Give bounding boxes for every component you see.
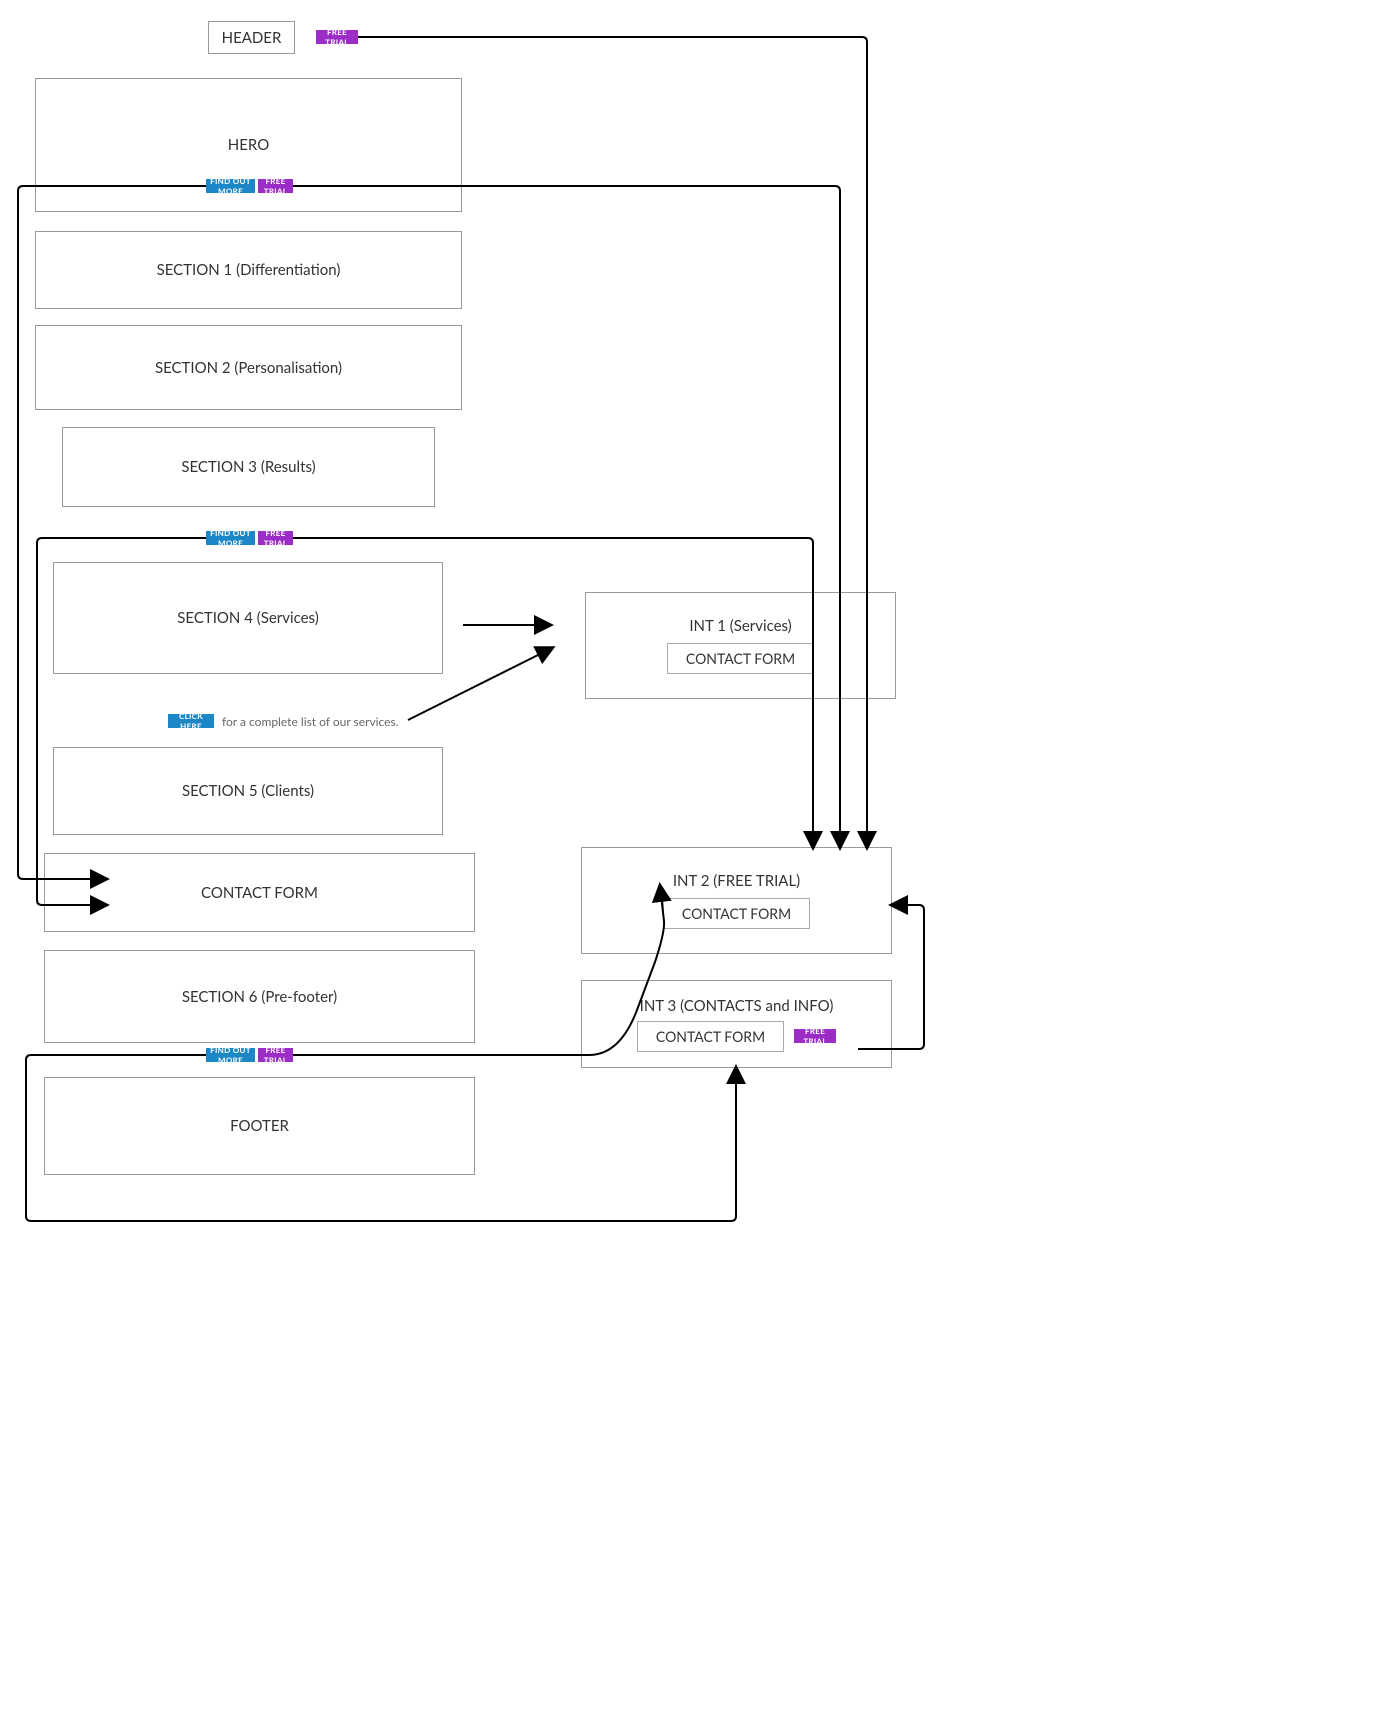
header-free-trial-button[interactable]: FREE TRIAL <box>316 30 358 44</box>
int3-contact-form[interactable]: CONTACT FORM <box>637 1021 784 1052</box>
s6-find-out-more-button[interactable]: FIND OUT MORE <box>206 1048 255 1062</box>
int3-contact-form-label: CONTACT FORM <box>656 1028 765 1045</box>
section-2-label: SECTION 2 (Personalisation) <box>155 359 342 377</box>
section-6-label: SECTION 6 (Pre-footer) <box>182 988 337 1006</box>
int3-free-trial-label: FREE TRIAL <box>794 1026 836 1046</box>
int1-box: INT 1 (Services) CONTACT FORM <box>585 592 896 699</box>
section-2-box: SECTION 2 (Personalisation) <box>35 325 462 410</box>
click-here-caption: for a complete list of our services. <box>222 714 399 729</box>
section-4-box: SECTION 4 (Services) <box>53 562 443 674</box>
hero-free-trial-label: FREE TRIAL <box>258 176 293 196</box>
footer-label: FOOTER <box>230 1117 289 1135</box>
section-5-box: SECTION 5 (Clients) <box>53 747 443 835</box>
int2-contact-form[interactable]: CONTACT FORM <box>663 898 810 929</box>
s3-find-out-label: FIND OUT MORE <box>206 528 255 548</box>
int1-contact-form-label: CONTACT FORM <box>686 650 795 667</box>
contact-form-label: CONTACT FORM <box>201 884 318 902</box>
click-here-label: CLICK HERE <box>168 711 214 731</box>
hero-free-trial-button[interactable]: FREE TRIAL <box>258 179 293 193</box>
click-here-button[interactable]: CLICK HERE <box>168 714 214 728</box>
s6-free-trial-button[interactable]: FREE TRIAL <box>258 1048 293 1062</box>
int3-box: INT 3 (CONTACTS and INFO) CONTACT FORM F… <box>581 980 892 1068</box>
hero-label: HERO <box>228 136 269 154</box>
hero-find-out-more-button[interactable]: FIND OUT MORE <box>206 179 255 193</box>
section-4-label: SECTION 4 (Services) <box>177 609 318 627</box>
contact-form-box[interactable]: CONTACT FORM <box>44 853 475 932</box>
section-6-box: SECTION 6 (Pre-footer) <box>44 950 475 1043</box>
int3-free-trial-button[interactable]: FREE TRIAL <box>794 1029 836 1043</box>
int3-title: INT 3 (CONTACTS and INFO) <box>640 997 834 1015</box>
s3-free-trial-label: FREE TRIAL <box>258 528 293 548</box>
section-1-label: SECTION 1 (Differentiation) <box>157 261 341 279</box>
section-3-label: SECTION 3 (Results) <box>181 458 315 476</box>
section-5-label: SECTION 5 (Clients) <box>182 782 314 800</box>
int2-box: INT 2 (FREE TRIAL) CONTACT FORM <box>581 847 892 954</box>
int2-contact-form-label: CONTACT FORM <box>682 905 791 922</box>
int2-title: INT 2 (FREE TRIAL) <box>673 872 800 890</box>
s6-find-out-label: FIND OUT MORE <box>206 1045 255 1065</box>
int1-title: INT 1 (Services) <box>689 617 791 635</box>
s3-find-out-more-button[interactable]: FIND OUT MORE <box>206 531 255 545</box>
header-free-trial-label: FREE TRIAL <box>316 27 358 47</box>
header-box: HEADER <box>208 21 295 54</box>
s3-free-trial-button[interactable]: FREE TRIAL <box>258 531 293 545</box>
section-3-box: SECTION 3 (Results) <box>62 427 435 507</box>
footer-box: FOOTER <box>44 1077 475 1175</box>
header-label: HEADER <box>222 29 282 47</box>
int1-contact-form[interactable]: CONTACT FORM <box>667 643 814 674</box>
section-1-box: SECTION 1 (Differentiation) <box>35 231 462 309</box>
s6-free-trial-label: FREE TRIAL <box>258 1045 293 1065</box>
hero-find-out-label: FIND OUT MORE <box>206 176 255 196</box>
